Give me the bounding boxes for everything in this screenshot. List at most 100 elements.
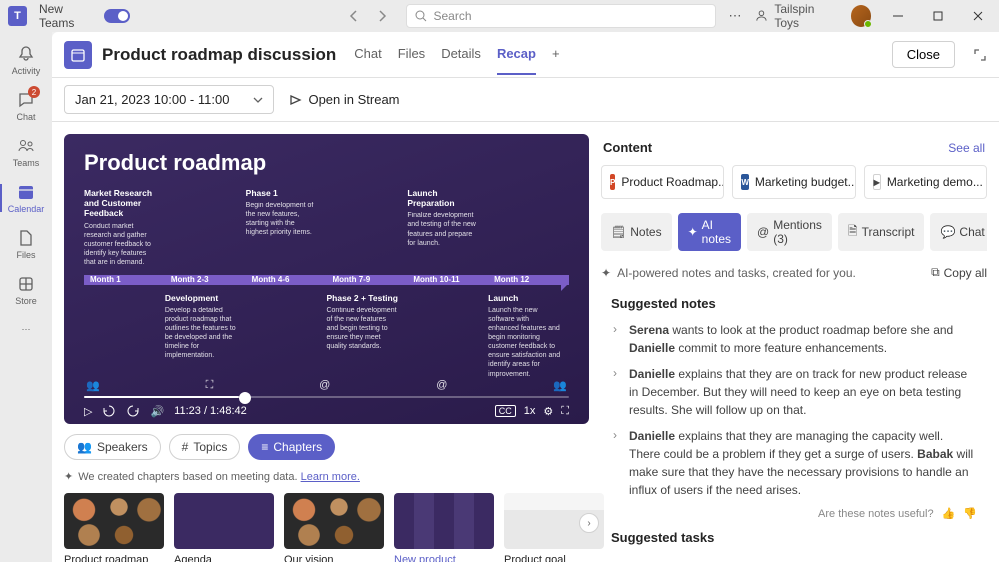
tpill-chat[interactable]: 💬Chat [930,213,987,251]
tab-details[interactable]: Details [441,34,481,75]
user-avatar[interactable] [851,5,871,27]
chapter-item[interactable]: Our vision 39:08 [284,493,384,562]
suggested-tasks-heading: Suggested tasks [601,530,987,545]
rail-chat[interactable]: 2 Chat [0,84,52,128]
people-marker-icon: 👥 [86,379,100,392]
fullscreen-icon[interactable]: ⛶ [561,405,569,418]
video-scrubber[interactable] [84,396,569,398]
file-card[interactable]: ▶Marketing demo... [864,165,987,199]
chapter-item[interactable]: Agenda 39:08 [174,493,274,562]
tpill-transcript[interactable]: 🗎Transcript [838,213,925,251]
mention-marker-icon: @ [436,379,447,392]
chapter-thumb [284,493,384,549]
tpill-mentions[interactable]: @Mentions (3) [747,213,832,251]
org-icon [755,9,768,23]
nav-back-icon[interactable] [342,4,366,28]
chapters-next-icon[interactable]: › [579,513,599,533]
rail-label: Files [16,250,35,260]
search-input[interactable]: Search [406,4,716,28]
learn-more-link[interactable]: Learn more. [301,471,360,483]
video-markers: 👥 ⛶ @ @ 👥 [84,379,569,392]
date-picker[interactable]: Jan 21, 2023 10:00 - 11:00 [64,85,274,114]
file-name: Product Roadmap... [621,175,724,189]
file-card[interactable]: WMarketing budget... [732,165,855,199]
notes-feedback: Are these notes useful? 👍 👎 [601,503,987,524]
chevron-down-icon [253,95,263,105]
topics-icon: # [182,440,189,454]
rail-teams[interactable]: Teams [0,130,52,174]
transcript-icon: 🗎 [848,222,858,243]
tab-recap[interactable]: Recap [497,34,536,75]
org-name: Tailspin Toys [774,2,836,30]
chapter-title: Product goal [504,553,604,562]
chapters-list: Product roadmap review Agenda 39:08 Our … [64,493,589,562]
pill-chapters[interactable]: ≡Chapters [248,434,335,460]
chapter-item[interactable]: Product roadmap review [64,493,164,562]
tab-chat[interactable]: Chat [354,34,381,75]
tpill-notes[interactable]: 🗒Notes [601,213,672,251]
new-teams-toggle[interactable]: New Teams [39,2,131,30]
content-files: PProduct Roadmap...WMarketing budget... ▶… [601,165,987,199]
expand-icon[interactable] [973,48,987,62]
rail-files[interactable]: Files [0,222,52,266]
close-window-icon[interactable] [965,2,991,30]
chapter-item[interactable]: New product roadmap 39:08 [394,493,494,562]
doc-icon: W [741,174,749,190]
open-in-stream[interactable]: Open in Stream [288,92,399,107]
copy-icon: ⧉ [931,265,940,280]
rail-calendar[interactable]: Calendar [0,176,52,220]
tpill-ai-notes[interactable]: ✦AI notes [678,213,741,251]
scrubber-handle-icon[interactable] [239,392,251,404]
speed-control[interactable]: 1x [524,405,536,417]
settings-icon[interactable]: ⚙ [543,405,553,418]
volume-icon[interactable]: 🔊 [150,405,164,418]
more-icon[interactable]: ⋯ [728,8,741,24]
titlebar: T New Teams Search ⋯ Tailspin Toys [0,0,999,32]
pill-topics[interactable]: #Topics [169,434,241,460]
open-stream-label: Open in Stream [308,92,399,107]
org-switcher[interactable]: Tailspin Toys [755,2,836,30]
people-marker-icon: 👥 [553,379,567,392]
tab-files[interactable]: Files [398,34,425,75]
notes-list: Serena wants to look at the product road… [601,317,987,503]
rail-store[interactable]: Store [0,268,52,312]
nav-forward-icon[interactable] [370,4,394,28]
tab-add[interactable]: + [552,34,560,75]
copy-all-button[interactable]: ⧉Copy all [931,265,987,280]
thumbs-up-icon[interactable]: 👍 [942,507,956,520]
chapter-thumb [394,493,494,549]
mention-marker-icon: @ [319,379,330,392]
note-item: Serena wants to look at the product road… [611,317,977,361]
minimize-icon[interactable] [885,2,911,30]
search-placeholder: Search [433,9,471,23]
maximize-icon[interactable] [925,2,951,30]
see-all-link[interactable]: See all [948,141,985,155]
rail-label: Calendar [8,204,45,214]
cc-icon[interactable]: CC [495,405,516,417]
page-title: Product roadmap discussion [102,45,336,65]
rail-activity[interactable]: Activity [0,38,52,82]
rail-label: Store [15,296,37,306]
ai-hint: ✦AI-powered notes and tasks, created for… [601,261,987,290]
rail-more[interactable]: ⋯ [0,314,52,344]
play-icon[interactable]: ▷ [84,405,92,418]
video-controls: ▷ 🔊 11:23 / 1:48:42 CC 1x ⚙ ⛶ [84,404,569,418]
pill-speakers[interactable]: 👥Speakers [64,434,161,460]
thumbs-down-icon[interactable]: 👎 [963,507,977,520]
rail-label: Activity [12,66,41,76]
close-button[interactable]: Close [892,41,955,68]
video-player[interactable]: Product roadmap Market Research and Cust… [64,134,589,424]
file-card[interactable]: PProduct Roadmap... [601,165,724,199]
toggle-switch-icon[interactable] [104,9,130,23]
skip-fwd-icon[interactable] [126,404,140,418]
chat-badge: 2 [28,86,40,98]
chapter-title: Our vision [284,553,384,562]
chapter-title: Agenda [174,553,274,562]
bell-icon [16,44,36,64]
roadmap-top: Market Research and Customer FeedbackCon… [84,188,569,267]
skip-back-icon[interactable] [102,404,116,418]
main-content: Product roadmap discussion Chat Files De… [52,32,999,562]
video-title: Product roadmap [84,150,569,176]
date-label: Jan 21, 2023 10:00 - 11:00 [75,92,229,107]
chapter-title: New product roadmap [394,553,494,562]
